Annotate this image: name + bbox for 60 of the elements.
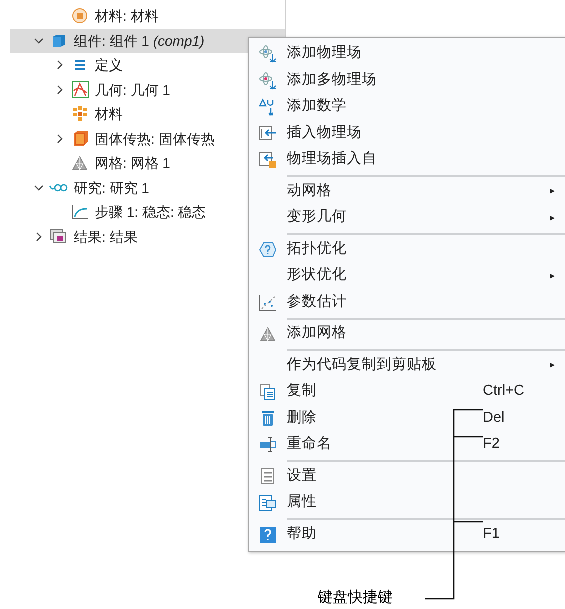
tree-label: 网格: 网格 1 bbox=[95, 154, 170, 172]
tree-label: 研究: 研究 1 bbox=[74, 178, 150, 197]
tree-label: 材料: 材料 bbox=[95, 7, 159, 26]
menu-item[interactable]: 参数估计 bbox=[249, 290, 565, 316]
rename-icon bbox=[259, 437, 277, 454]
heat-cube-icon bbox=[72, 130, 88, 148]
tree-label: 结果: 结果 bbox=[74, 228, 138, 246]
chevron-right-icon[interactable] bbox=[35, 232, 43, 242]
menu-item[interactable]: 重命名 F2 bbox=[249, 432, 565, 458]
menu-item[interactable]: 添加网格 bbox=[249, 321, 565, 348]
help-icon bbox=[260, 526, 276, 543]
question-bubble-icon bbox=[259, 242, 277, 258]
submenu-arrow: ▸ bbox=[550, 212, 555, 226]
chevron-right-icon[interactable] bbox=[56, 134, 64, 144]
tree-label: 材料 bbox=[95, 105, 123, 124]
list-icon bbox=[73, 59, 87, 72]
step-curve-icon bbox=[72, 204, 88, 220]
scatter-plot-icon bbox=[259, 294, 277, 312]
submenu-arrow: ▸ bbox=[550, 270, 555, 284]
tree-label: 几何: 几何 1 bbox=[95, 80, 170, 99]
shortcut-text: Ctrl+C bbox=[483, 382, 526, 402]
menu-item[interactable]: 删除 Del bbox=[249, 406, 565, 432]
menu-item[interactable]: 设置 bbox=[249, 464, 565, 490]
cube-icon bbox=[51, 32, 67, 49]
tree-row[interactable]: 组件: 组件 1 (comp1) bbox=[10, 28, 285, 53]
atom-icon bbox=[259, 72, 277, 90]
mesh-icon bbox=[72, 156, 88, 171]
insert-icon bbox=[259, 126, 277, 142]
chevron-down-icon[interactable] bbox=[34, 36, 44, 45]
materials-icon bbox=[72, 106, 88, 122]
copy-icon bbox=[260, 384, 276, 401]
insert-icon bbox=[259, 152, 277, 169]
mesh-icon bbox=[260, 326, 276, 342]
menu-item[interactable]: 复制 Ctrl+C bbox=[249, 379, 565, 406]
settings-icon bbox=[261, 468, 275, 486]
results-icon bbox=[50, 228, 68, 245]
tree-label: 固体传热: 固体传热 bbox=[95, 130, 215, 148]
geometry-icon bbox=[72, 81, 88, 98]
tree-label: 定义 bbox=[95, 56, 123, 74]
chevron-down-icon[interactable] bbox=[34, 184, 44, 192]
chevron-right-icon[interactable] bbox=[56, 60, 64, 70]
menu-item[interactable]: 帮助 F1 bbox=[249, 522, 565, 548]
properties-icon bbox=[259, 494, 277, 512]
submenu-arrow: ▸ bbox=[550, 359, 555, 374]
shortcut-text: Del bbox=[483, 408, 506, 428]
tree-row[interactable]: 材料: 材料 bbox=[0, 4, 285, 28]
tree-label: 组件: 组件 1 (comp1) bbox=[74, 32, 205, 50]
menu-item[interactable]: 形状优化 ▸ bbox=[249, 263, 565, 290]
shortcut-text: F2 bbox=[483, 435, 501, 454]
shortcut-text: F1 bbox=[483, 524, 501, 544]
material-icon bbox=[72, 8, 88, 24]
trash-icon bbox=[261, 410, 275, 428]
atom-icon bbox=[259, 45, 277, 64]
menu-item[interactable]: 属性 bbox=[249, 490, 565, 516]
study-icon bbox=[49, 182, 69, 193]
tree-label: 步骤 1: 稳态: 稳态 bbox=[95, 203, 206, 222]
chevron-right-icon[interactable] bbox=[56, 84, 64, 95]
annotation-label: 键盘快捷键 bbox=[318, 588, 393, 608]
submenu-arrow: ▸ bbox=[550, 185, 555, 200]
menu-item[interactable]: 作为代码复制到剪贴板 ▸ bbox=[249, 352, 565, 379]
